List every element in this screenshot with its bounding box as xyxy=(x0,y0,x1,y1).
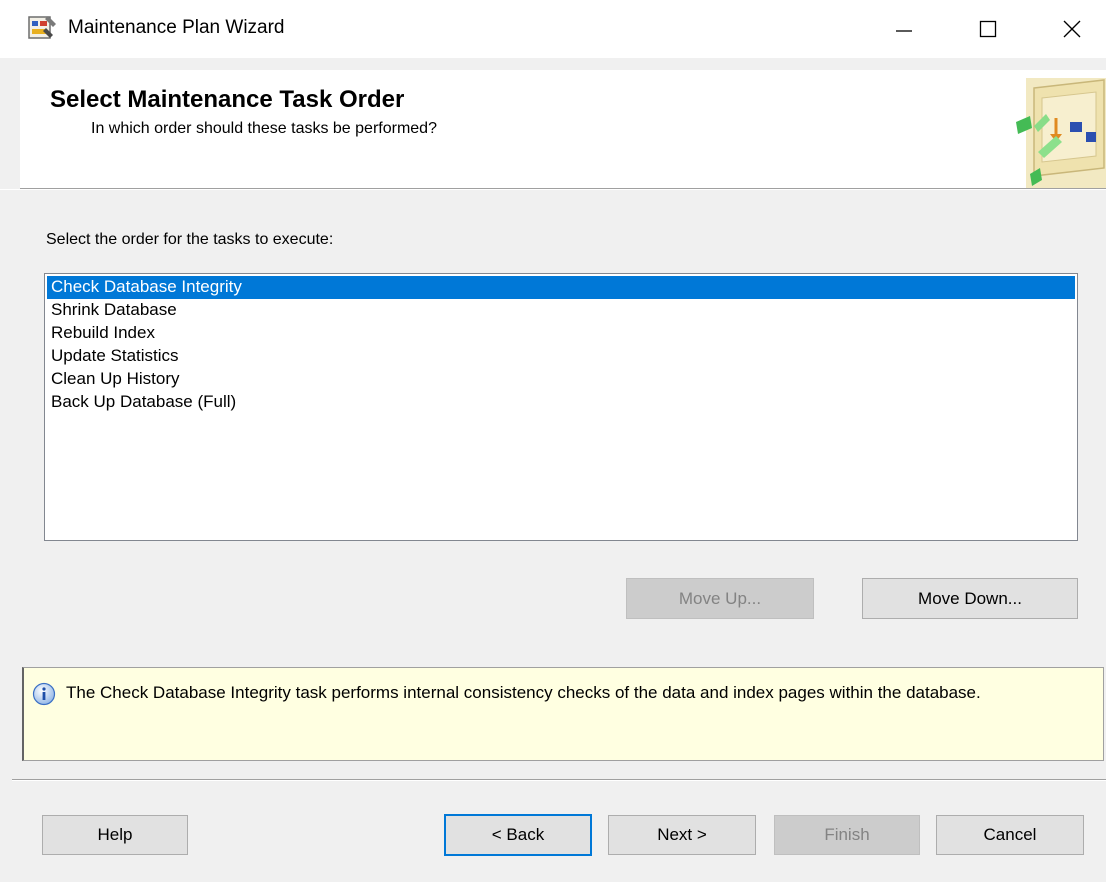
task-description-text: The Check Database Integrity task perfor… xyxy=(66,683,981,702)
wizard-header: Select Maintenance Task Order In which o… xyxy=(20,70,1106,189)
move-down-button[interactable]: Move Down... xyxy=(862,578,1078,619)
task-item-clean-up-history[interactable]: Clean Up History xyxy=(47,368,1075,391)
cancel-button[interactable]: Cancel xyxy=(936,815,1084,855)
help-button[interactable]: Help xyxy=(42,815,188,855)
task-item-update-statistics[interactable]: Update Statistics xyxy=(47,345,1075,368)
window-title: Maintenance Plan Wizard xyxy=(68,17,285,38)
task-item-rebuild-index[interactable]: Rebuild Index xyxy=(47,322,1075,345)
task-order-instruction: Select the order for the tasks to execut… xyxy=(46,231,334,248)
page-subtitle: In which order should these tasks be per… xyxy=(91,120,437,137)
next-button[interactable]: Next > xyxy=(608,815,756,855)
finish-button[interactable]: Finish xyxy=(774,815,920,855)
info-icon xyxy=(32,682,56,706)
task-order-list[interactable]: Check Database Integrity Shrink Database… xyxy=(44,273,1078,541)
maintenance-plan-icon xyxy=(28,16,56,39)
footer-separator xyxy=(12,779,1106,781)
move-up-button[interactable]: Move Up... xyxy=(626,578,814,619)
title-bar: Maintenance Plan Wizard xyxy=(0,0,1106,58)
header-divider xyxy=(0,189,1106,190)
task-item-shrink-database[interactable]: Shrink Database xyxy=(47,299,1075,322)
maximize-icon xyxy=(979,20,997,38)
close-button[interactable] xyxy=(1040,0,1104,58)
task-item-back-up-database-full[interactable]: Back Up Database (Full) xyxy=(47,391,1075,414)
task-description-panel: The Check Database Integrity task perfor… xyxy=(22,667,1104,761)
back-button[interactable]: < Back xyxy=(444,814,592,856)
wizard-flowchart-icon xyxy=(1016,78,1106,188)
minimize-icon xyxy=(896,30,912,32)
minimize-button[interactable] xyxy=(872,0,936,58)
maximize-button[interactable] xyxy=(956,0,1020,58)
close-icon xyxy=(1063,20,1081,38)
task-item-check-database-integrity[interactable]: Check Database Integrity xyxy=(47,276,1075,299)
page-title: Select Maintenance Task Order xyxy=(50,86,405,113)
